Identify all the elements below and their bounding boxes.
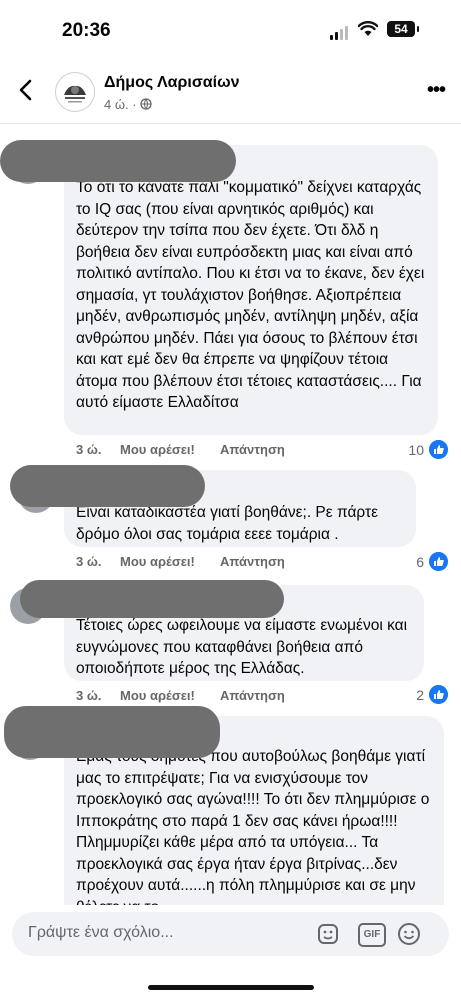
comment-text: Τέτοιες ώρες ωφειλουμε να είμαστε ενωμέν… xyxy=(76,617,408,677)
comment-placeholder: Γράψτε ένα σχόλιο... xyxy=(28,924,174,941)
header-divider xyxy=(0,123,461,124)
status-time: 20:36 xyxy=(62,20,111,41)
reaction-count[interactable]: 6 xyxy=(380,552,448,572)
back-arrow-icon[interactable] xyxy=(14,77,38,103)
reaction-count[interactable]: 10 xyxy=(380,440,448,460)
redacted-commenter-name xyxy=(4,706,220,758)
post-header: Δήμος Λαρισαίων 4 ώ. · ••• xyxy=(0,62,461,122)
comment-time: 3 ώ. xyxy=(76,554,102,569)
home-indicator xyxy=(148,985,314,990)
comment-text: Το ότι το κάνατε πάλι "κομματικό" δείχνε… xyxy=(76,179,425,411)
comment-time: 3 ώ. xyxy=(76,442,102,457)
status-bar: 20:36 54 xyxy=(0,0,461,60)
thumbs-up-icon xyxy=(429,440,448,459)
sticker-icon[interactable] xyxy=(316,922,340,946)
like-button[interactable]: Μου αρέσει! xyxy=(120,442,195,457)
redacted-commenter-name xyxy=(0,140,236,182)
comment-input[interactable]: Γράψτε ένα σχόλιο... GIF xyxy=(12,912,449,956)
comment-text: Εμάς τους δημότες που αυτοβούλως βοηθάμε… xyxy=(76,748,430,906)
page-avatar[interactable] xyxy=(55,72,95,112)
comment-actions: 3 ώ. Μου αρέσει! Απάντηση xyxy=(76,554,376,572)
comment-time: 3 ώ. xyxy=(76,688,102,703)
municipality-logo-icon xyxy=(57,74,93,110)
comment-text: Είναι καταδικαστέα γιατί βοηθάνε;. Ρε πά… xyxy=(76,504,379,543)
redacted-commenter-name xyxy=(20,580,284,618)
reply-button[interactable]: Απάντηση xyxy=(220,554,285,569)
more-options-icon[interactable]: ••• xyxy=(427,79,446,102)
comment-bubble: Το ότι το κάνατε πάλι "κομματικό" δείχνε… xyxy=(64,145,438,435)
reaction-count[interactable]: 2 xyxy=(380,685,448,705)
reply-button[interactable]: Απάντηση xyxy=(220,442,285,457)
globe-icon xyxy=(140,98,152,110)
emoji-icon[interactable] xyxy=(397,922,421,946)
page-name[interactable]: Δήμος Λαρισαίων xyxy=(104,74,240,92)
comment-actions: 3 ώ. Μου αρέσει! Απάντηση xyxy=(76,688,376,706)
wifi-icon xyxy=(358,21,378,36)
cellular-signal-icon xyxy=(330,24,348,40)
post-age: 4 ώ. xyxy=(104,97,129,112)
comment-actions: 3 ώ. Μου αρέσει! Απάντηση xyxy=(76,442,376,460)
post-meta: 4 ώ. · xyxy=(104,97,152,112)
like-button[interactable]: Μου αρέσει! xyxy=(120,688,195,703)
thumbs-up-icon xyxy=(429,685,448,704)
comment: Εμάς τους δημότες που αυτοβούλως βοηθάμε… xyxy=(0,706,461,906)
like-button[interactable]: Μου αρέσει! xyxy=(120,554,195,569)
battery-icon: 54 xyxy=(387,21,419,37)
gif-button[interactable]: GIF xyxy=(358,923,386,947)
redacted-commenter-name xyxy=(10,465,205,507)
reply-button[interactable]: Απάντηση xyxy=(220,688,285,703)
thumbs-up-icon xyxy=(429,552,448,571)
meta-separator: · xyxy=(132,97,137,112)
